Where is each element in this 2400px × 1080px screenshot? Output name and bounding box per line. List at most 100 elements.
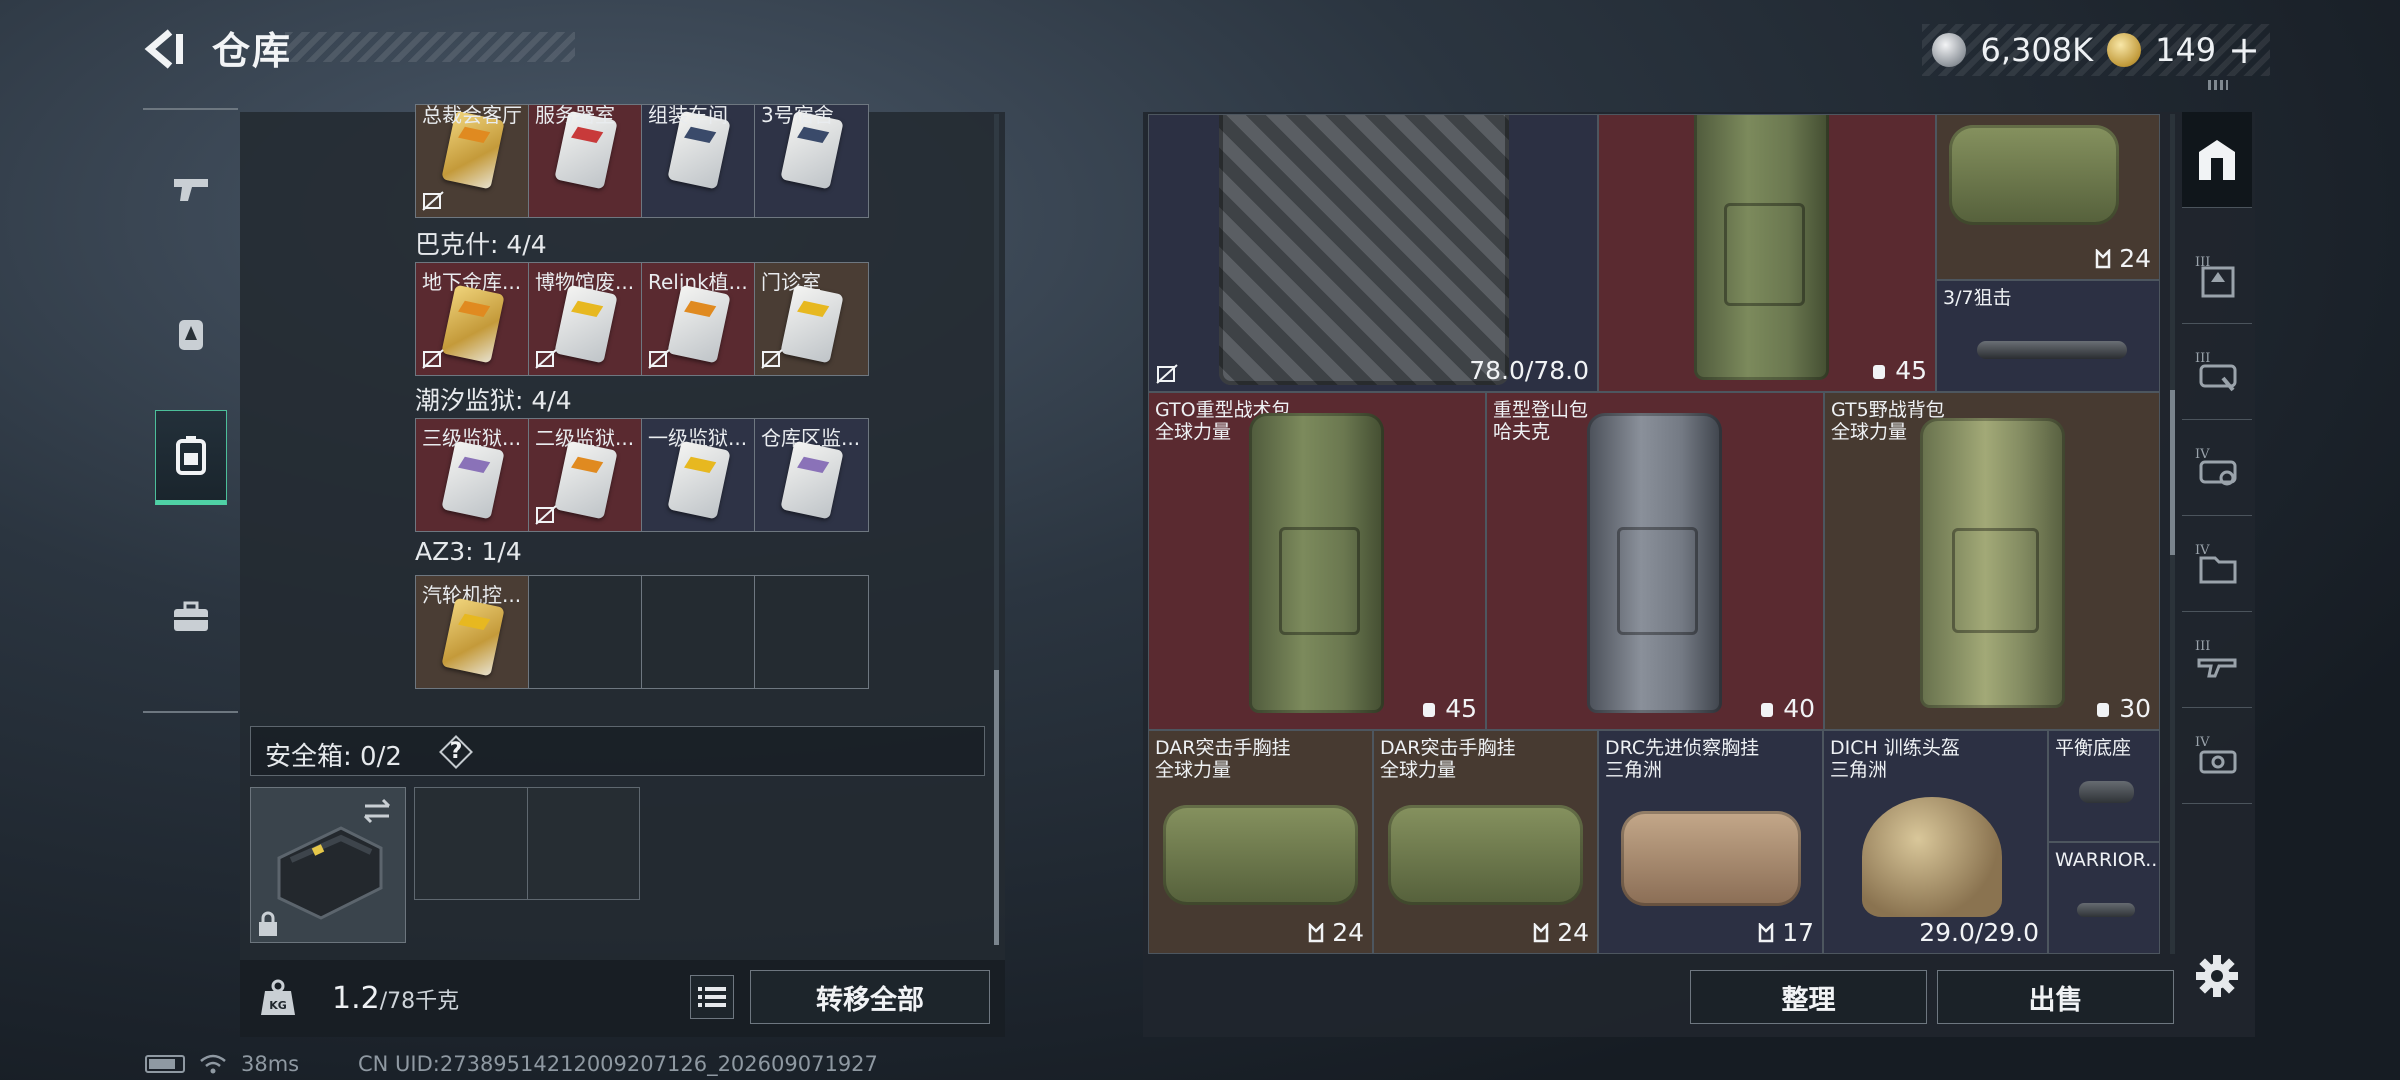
wifi-icon (200, 1054, 226, 1074)
empty-key-slot[interactable] (755, 576, 868, 688)
safe-box-empty-cell[interactable] (527, 788, 639, 899)
item-flashlight[interactable]: WARRIOR... (2048, 842, 2160, 954)
capacity-value: 40 (1783, 694, 1815, 723)
rail-tab-containers[interactable] (155, 410, 227, 505)
key-slot[interactable]: 3号宿舍 (755, 105, 868, 217)
safe-case-icon (259, 798, 391, 936)
item-title: DICH 训练头盔 (1830, 737, 1960, 759)
tier3-armor-icon: III (2195, 255, 2235, 297)
safe-box-slot[interactable] (250, 787, 406, 943)
item-origin: 三角洲 (1830, 759, 1888, 781)
help-glyph: ? (449, 739, 463, 764)
keycard-icon (441, 597, 505, 677)
tab-tier4-rig[interactable]: IV (2182, 420, 2252, 516)
key-slot[interactable]: 仓库区监... (755, 419, 868, 531)
item-chest-rig[interactable]: DAR突击手胸挂 全球力量 24 (1373, 730, 1598, 954)
item-origin: 全球力量 (1831, 421, 1908, 443)
empty-key-slot[interactable] (529, 576, 642, 688)
key-slot[interactable]: 博物馆废... (529, 263, 642, 375)
key-slot[interactable]: 组装车间 (642, 105, 755, 217)
sort-button[interactable]: 整理 (1690, 970, 1927, 1024)
key-slot[interactable]: 总裁会客厅 (416, 105, 529, 217)
rail-tab-gear[interactable] (155, 285, 227, 380)
vest-durability: 78.0/78.0 (1469, 356, 1589, 385)
key-slot[interactable]: 三级监狱... (416, 419, 529, 531)
group-label-bakshi: 巴克什: 4/4 (415, 230, 547, 259)
item-title: DRC先进侦察胸挂 (1605, 737, 1760, 759)
svg-text:IV: IV (2195, 735, 2210, 750)
tab-documents[interactable]: IV (2182, 516, 2252, 612)
tab-weapons[interactable]: III (2182, 612, 2252, 708)
category-rail (143, 108, 238, 713)
back-icon[interactable] (140, 24, 190, 74)
help-icon[interactable]: ? (439, 735, 473, 769)
item-backpack[interactable]: GTO重型战术包 全球力量 45 (1148, 392, 1486, 730)
chest-rig-image (1949, 125, 2119, 225)
backpack-image (1694, 115, 1829, 380)
rail-tab-weapons[interactable] (155, 140, 227, 235)
tab-all[interactable] (2182, 112, 2252, 208)
key-slot[interactable]: 二级监狱... (529, 419, 642, 531)
capacity-stat: 17 (1756, 918, 1814, 947)
tier4-folder-icon: IV (2195, 543, 2237, 583)
tab-cases[interactable]: IV (2182, 708, 2252, 804)
tier4-case-icon: IV (2195, 735, 2237, 773)
item-scope[interactable]: 3/7狙击 (1936, 280, 2160, 392)
list-view-button[interactable] (690, 975, 734, 1019)
decoration-dots (2208, 80, 2228, 90)
storage-scroll-thumb[interactable] (994, 670, 999, 945)
rail-tab-equipment[interactable] (155, 570, 227, 665)
keycard-icon (441, 440, 505, 520)
helmet-durability: 29.0/29.0 (1919, 918, 2039, 947)
capacity-stat: 30 (2093, 694, 2151, 723)
attachment-image (2079, 781, 2134, 803)
key-row-bakshi: 地下金库... 博物馆废... Relink植... 门诊室 (415, 262, 869, 376)
key-slot[interactable]: 服务器室 (529, 105, 642, 217)
rig-icon (2095, 248, 2111, 268)
chest-rig-image (1163, 805, 1358, 905)
gold-coin-icon (2107, 33, 2142, 67)
empty-key-slot[interactable] (642, 576, 755, 688)
tier4-rig-icon: IV (2195, 447, 2237, 485)
rig-icon (1533, 922, 1549, 942)
item-chest-rig[interactable]: DRC先进侦察胸挂 三角洲 17 (1598, 730, 1823, 954)
key-slot[interactable]: 门诊室 (755, 263, 868, 375)
item-chest-rig-top[interactable]: 24 (1936, 114, 2160, 280)
capacity-stat: 24 (1306, 918, 1364, 947)
keycard-icon (441, 284, 505, 364)
key-row-az3: 汽轮机控... (415, 575, 869, 689)
key-slot[interactable]: 地下金库... (416, 263, 529, 375)
item-chest-rig[interactable]: DAR突击手胸挂 全球力量 24 (1148, 730, 1373, 954)
item-name: 重型登山包 哈夫克 (1493, 399, 1588, 443)
gold-amount: 149 (2155, 31, 2217, 69)
item-helmet[interactable]: DICH 训练头盔 三角洲 29.0/29.0 (1823, 730, 2048, 954)
item-backpack-top[interactable]: 45 (1598, 114, 1936, 392)
add-currency-button[interactable]: + (2228, 28, 2260, 72)
pistol-icon (174, 178, 208, 201)
silver-amount: 6,308K (1980, 31, 2094, 69)
key-slot[interactable]: 汽轮机控... (416, 576, 529, 688)
item-backpack[interactable]: 重型登山包 哈夫克 40 (1486, 392, 1824, 730)
svg-text:III: III (2195, 639, 2210, 654)
transfer-all-button[interactable]: 转移全部 (750, 970, 990, 1024)
inventory-scroll-thumb[interactable] (2170, 390, 2175, 555)
tab-rig[interactable]: III (2182, 324, 2252, 420)
silver-coin-icon (1932, 33, 1967, 67)
item-vest[interactable]: 78.0/78.0 (1148, 114, 1598, 392)
key-slot[interactable]: 一级监狱... (642, 419, 755, 531)
safe-box-empty-cell[interactable] (415, 788, 528, 899)
capacity-value: 45 (1895, 356, 1927, 385)
status-bar: 38ms (145, 1052, 299, 1076)
item-backpack[interactable]: GT5野战背包 全球力量 30 (1824, 392, 2160, 730)
sell-button[interactable]: 出售 (1937, 970, 2174, 1024)
gear-icon[interactable] (2194, 953, 2240, 999)
item-attachment[interactable]: 平衡底座 (2048, 730, 2160, 842)
capacity-stat: 45 (1869, 356, 1927, 385)
keycard-icon (667, 284, 731, 364)
scope-image (1977, 341, 2127, 359)
helmet-durability-value: 29.0/29.0 (1919, 918, 2039, 947)
safe-box-grid (414, 787, 640, 900)
key-label: 服务器室 (535, 105, 615, 127)
key-slot[interactable]: Relink植... (642, 263, 755, 375)
tab-armor[interactable]: III (2182, 228, 2252, 324)
